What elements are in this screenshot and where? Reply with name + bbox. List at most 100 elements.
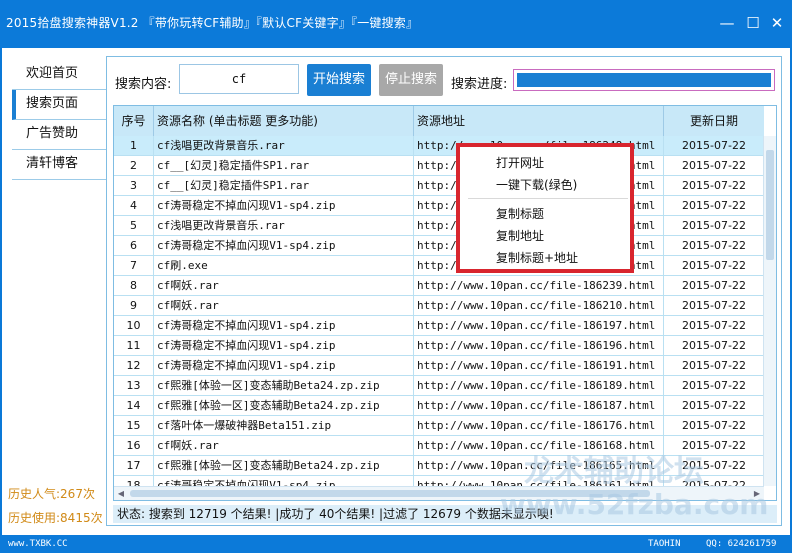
sidebar-item-welcome[interactable]: 欢迎首页: [12, 60, 106, 90]
row-date: 2015-07-22: [682, 359, 746, 372]
table-body: 1cf浅唱更改背景音乐.rarhttp://www.10pan.cc/file-…: [114, 136, 764, 496]
history-popularity: 历史人气:267次: [8, 487, 95, 501]
row-url: http://www.10pan.cc/file-186239.html: [414, 276, 664, 295]
row-number: 15: [114, 416, 154, 435]
footer-qq: QQ: 624261759: [706, 539, 777, 549]
title-bar: 2015拾盘搜索神器V1.2 『带你玩转CF辅助』『默认CF关键字』『一键搜索』…: [0, 0, 792, 48]
row-url: http://www.10pan.cc/file-186197.html: [414, 316, 664, 335]
sidebar-item-sponsor[interactable]: 广告赞助: [12, 120, 106, 150]
row-url: http://www.10pan.cc/file-186191.html: [414, 356, 664, 375]
row-number: 3: [114, 176, 154, 195]
row-date: 2015-07-22: [682, 319, 746, 332]
table-row[interactable]: 10 cf涛哥稳定不掉血闪现V1-sp4.zip http://www.10pan.…: [114, 316, 764, 336]
menu-copy-title[interactable]: 复制标题: [496, 205, 544, 222]
sidebar-item-search[interactable]: 搜索页面: [12, 90, 106, 120]
row-number: 7: [114, 256, 154, 275]
row-date: 2015-07-22: [682, 299, 746, 312]
minimize-icon[interactable]: —: [718, 14, 736, 32]
table-row[interactable]: 11 cf涛哥稳定不掉血闪现V1-sp4.zip http://www.10pan.…: [114, 336, 764, 356]
table-row[interactable]: 5cf浅唱更改背景音乐.rarhttp://www.10pan.cc/file-…: [114, 216, 764, 236]
table-row[interactable]: 7cf刷.exehttp://www.10pan.cc/file-186241.…: [114, 256, 764, 276]
row-date: 2015-07-22: [682, 179, 746, 192]
row-name: cf刷.exe: [154, 256, 414, 275]
progress-fill: [517, 73, 771, 87]
table-row[interactable]: 9 cf啊妖.rar http://www.10pan.cc/file-186210…: [114, 296, 764, 316]
stop-search-button[interactable]: 停止搜索: [379, 64, 443, 96]
row-name: cf熙雅[体验一区]变态辅助Beta24.zp.zip: [154, 456, 414, 475]
progress-label: 搜索进度:: [451, 77, 508, 92]
row-name: cf浅唱更改背景音乐.rar: [154, 216, 414, 235]
table-row[interactable]: 4cf涛哥稳定不掉血闪现V1-sp4.ziphttp://www.10pan.c…: [114, 196, 764, 216]
row-number: 2: [114, 156, 154, 175]
row-name: cf熙雅[体验一区]变态辅助Beta24.zp.zip: [154, 376, 414, 395]
row-url: http://www.10pan.cc/file-186210.html: [414, 296, 664, 315]
sidebar: 欢迎首页 搜索页面 广告赞助 清轩博客: [12, 60, 106, 180]
menu-open-url[interactable]: 打开网址: [496, 154, 544, 171]
vertical-scrollbar[interactable]: [763, 136, 776, 486]
row-number: 17: [114, 456, 154, 475]
row-url: http://www.10pan.cc/file-186187.html: [414, 396, 664, 415]
table-row[interactable]: 8 cf啊妖.rar http://www.10pan.cc/file-186239…: [114, 276, 764, 296]
row-date: 2015-07-22: [682, 199, 746, 212]
header-no[interactable]: 序号: [114, 106, 154, 136]
table-header: 序号 资源名称 (单击标题 更多功能) 资源地址 更新日期: [114, 106, 764, 136]
watermark-url: www.52fzba.com: [500, 488, 769, 521]
sidebar-item-blog[interactable]: 清轩博客: [12, 150, 106, 180]
header-name[interactable]: 资源名称 (单击标题 更多功能): [154, 106, 414, 136]
vertical-scroll-thumb[interactable]: [766, 150, 774, 260]
table-row[interactable]: 6cf涛哥稳定不掉血闪现V1-sp4.ziphttp://www.10pan.c…: [114, 236, 764, 256]
header-date[interactable]: 更新日期: [664, 106, 764, 136]
header-url[interactable]: 资源地址: [414, 106, 664, 136]
table-row[interactable]: 2cf__[幻灵]稳定插件SP1.rarhttp://www.10pan.cc/…: [114, 156, 764, 176]
client-area: 欢迎首页 搜索页面 广告赞助 清轩博客 历史人气:267次 历史使用:8415次…: [2, 48, 790, 535]
row-date: 2015-07-22: [682, 279, 746, 292]
footer-site: www.TXBK.CC: [8, 539, 68, 549]
row-name: cf涛哥稳定不掉血闪现V1-sp4.zip: [154, 196, 414, 215]
row-url: http://www.10pan.cc/file-186196.html: [414, 336, 664, 355]
row-name: cf__[幻灵]稳定插件SP1.rar: [154, 156, 414, 175]
menu-copy-url[interactable]: 复制地址: [496, 227, 544, 244]
start-search-button[interactable]: 开始搜索: [307, 64, 371, 96]
row-number: 10: [114, 316, 154, 335]
row-number: 6: [114, 236, 154, 255]
row-date: 2015-07-22: [682, 239, 746, 252]
table-row[interactable]: 3cf__[幻灵]稳定插件SP1.rarhttp://www.10pan.cc/…: [114, 176, 764, 196]
row-name: cf啊妖.rar: [154, 436, 414, 455]
row-name: cf落叶体一爆破神器Beta151.zip: [154, 416, 414, 435]
row-name: cf浅唱更改背景音乐.rar: [154, 136, 414, 155]
row-number: 13: [114, 376, 154, 395]
row-number: 14: [114, 396, 154, 415]
table-row[interactable]: 15 cf落叶体一爆破神器Beta151.zip http://www.10pan.…: [114, 416, 764, 436]
row-number: 12: [114, 356, 154, 375]
table-row[interactable]: 13 cf熙雅[体验一区]变态辅助Beta24.zp.zip http://www.…: [114, 376, 764, 396]
history-usage: 历史使用:8415次: [8, 511, 103, 525]
row-date: 2015-07-22: [682, 419, 746, 432]
row-url: http://www.10pan.cc/file-186176.html: [414, 416, 664, 435]
row-number: 16: [114, 436, 154, 455]
row-name: cf熙雅[体验一区]变态辅助Beta24.zp.zip: [154, 396, 414, 415]
table-row[interactable]: 14 cf熙雅[体验一区]变态辅助Beta24.zp.zip http://www.…: [114, 396, 764, 416]
maximize-icon[interactable]: ☐: [744, 14, 762, 32]
row-date: 2015-07-22: [682, 259, 746, 272]
scroll-left-icon[interactable]: ◀: [114, 487, 128, 500]
table-row[interactable]: 12 cf涛哥稳定不掉血闪现V1-sp4.zip http://www.10pan.…: [114, 356, 764, 376]
row-date: 2015-07-22: [682, 219, 746, 232]
search-input[interactable]: cf: [179, 64, 299, 94]
table-row[interactable]: 1cf浅唱更改背景音乐.rarhttp://www.10pan.cc/file-…: [114, 136, 764, 156]
row-number: 1: [114, 136, 154, 155]
results-table: 序号 资源名称 (单击标题 更多功能) 资源地址 更新日期 1 cf浅唱更改背景音…: [113, 105, 777, 501]
menu-separator: [468, 198, 628, 199]
row-name: cf啊妖.rar: [154, 296, 414, 315]
row-number: 9: [114, 296, 154, 315]
row-number: 8: [114, 276, 154, 295]
row-date: 2015-07-22: [682, 379, 746, 392]
row-date: 2015-07-22: [682, 159, 746, 172]
menu-copy-title-and-url[interactable]: 复制标题+地址: [496, 249, 578, 266]
row-url: http://www.10pan.cc/file-186189.html: [414, 376, 664, 395]
window-title: 2015拾盘搜索神器V1.2 『带你玩转CF辅助』『默认CF关键字』『一键搜索』: [6, 16, 419, 30]
row-date: 2015-07-22: [682, 399, 746, 412]
close-icon[interactable]: ✕: [768, 14, 786, 32]
row-name: cf__[幻灵]稳定插件SP1.rar: [154, 176, 414, 195]
menu-one-click-download[interactable]: 一键下载(绿色): [496, 176, 577, 193]
row-name: cf涛哥稳定不掉血闪现V1-sp4.zip: [154, 316, 414, 335]
